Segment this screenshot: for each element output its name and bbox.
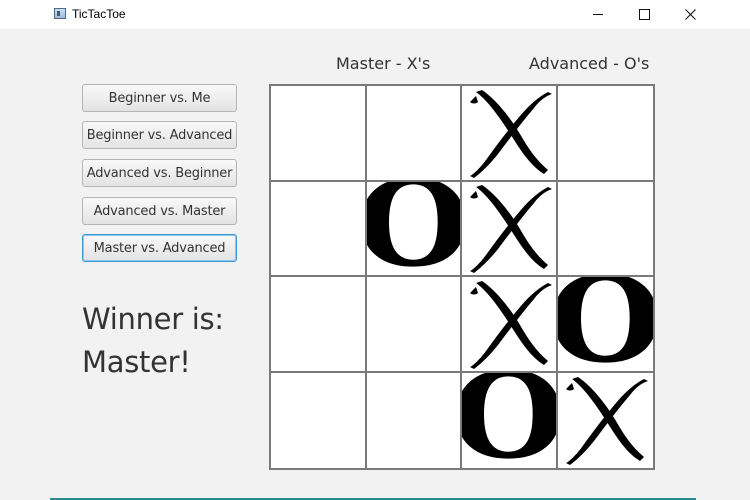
advanced-vs-beginner-button[interactable]: Advanced vs. Beginner	[82, 159, 237, 187]
board-cell-0-0[interactable]	[271, 86, 367, 182]
minimize-button[interactable]	[575, 0, 621, 29]
maximize-button[interactable]	[621, 0, 667, 29]
close-button[interactable]	[667, 0, 713, 29]
o-mark: O	[558, 277, 654, 371]
board-cell-1-1[interactable]: O	[366, 181, 462, 277]
master-vs-advanced-button[interactable]: Master vs. Advanced	[82, 234, 237, 262]
x-mark	[464, 279, 554, 369]
board-cell-2-2[interactable]	[462, 277, 558, 373]
board-cell-1-0[interactable]	[271, 181, 367, 277]
app-window: TicTacToe Beginner vs. Me Beginner vs. A…	[0, 0, 750, 500]
board-cell-2-0[interactable]	[271, 277, 367, 373]
winner-label: Winner is:	[82, 302, 224, 336]
x-mark	[464, 88, 554, 178]
x-mark	[560, 375, 650, 466]
o-mark: O	[367, 182, 461, 276]
board-cell-2-1[interactable]	[366, 277, 462, 373]
maximize-icon	[638, 9, 650, 20]
board-cell-3-0[interactable]	[271, 372, 367, 468]
board-cell-1-3[interactable]	[557, 182, 653, 277]
x-mark	[464, 183, 554, 274]
winner-name: Master!	[82, 345, 191, 379]
board-cell-3-2[interactable]: O	[462, 372, 558, 469]
board-cell-3-1[interactable]	[367, 372, 462, 468]
game-board: OOO	[269, 84, 655, 470]
title-bar[interactable]: TicTacToe	[0, 0, 750, 29]
close-icon	[684, 9, 696, 20]
app-icon	[54, 8, 66, 19]
window-title: TicTacToe	[72, 7, 126, 21]
board-cell-3-3[interactable]	[558, 373, 654, 469]
beginner-vs-me-button[interactable]: Beginner vs. Me	[82, 84, 237, 112]
beginner-vs-advanced-button[interactable]: Beginner vs. Advanced	[82, 121, 237, 149]
minimize-icon	[593, 14, 603, 15]
board-cell-0-2[interactable]	[462, 86, 558, 182]
board-cell-0-1[interactable]	[366, 86, 462, 182]
x-player-label: Master - X's	[336, 54, 431, 73]
board-cell-0-3[interactable]	[557, 86, 653, 182]
o-mark: O	[462, 373, 556, 469]
advanced-vs-master-button[interactable]: Advanced vs. Master	[82, 197, 237, 225]
board-cell-1-2[interactable]	[462, 181, 558, 277]
o-player-label: Advanced - O's	[529, 54, 650, 73]
board-cell-2-3[interactable]: O	[557, 277, 654, 373]
